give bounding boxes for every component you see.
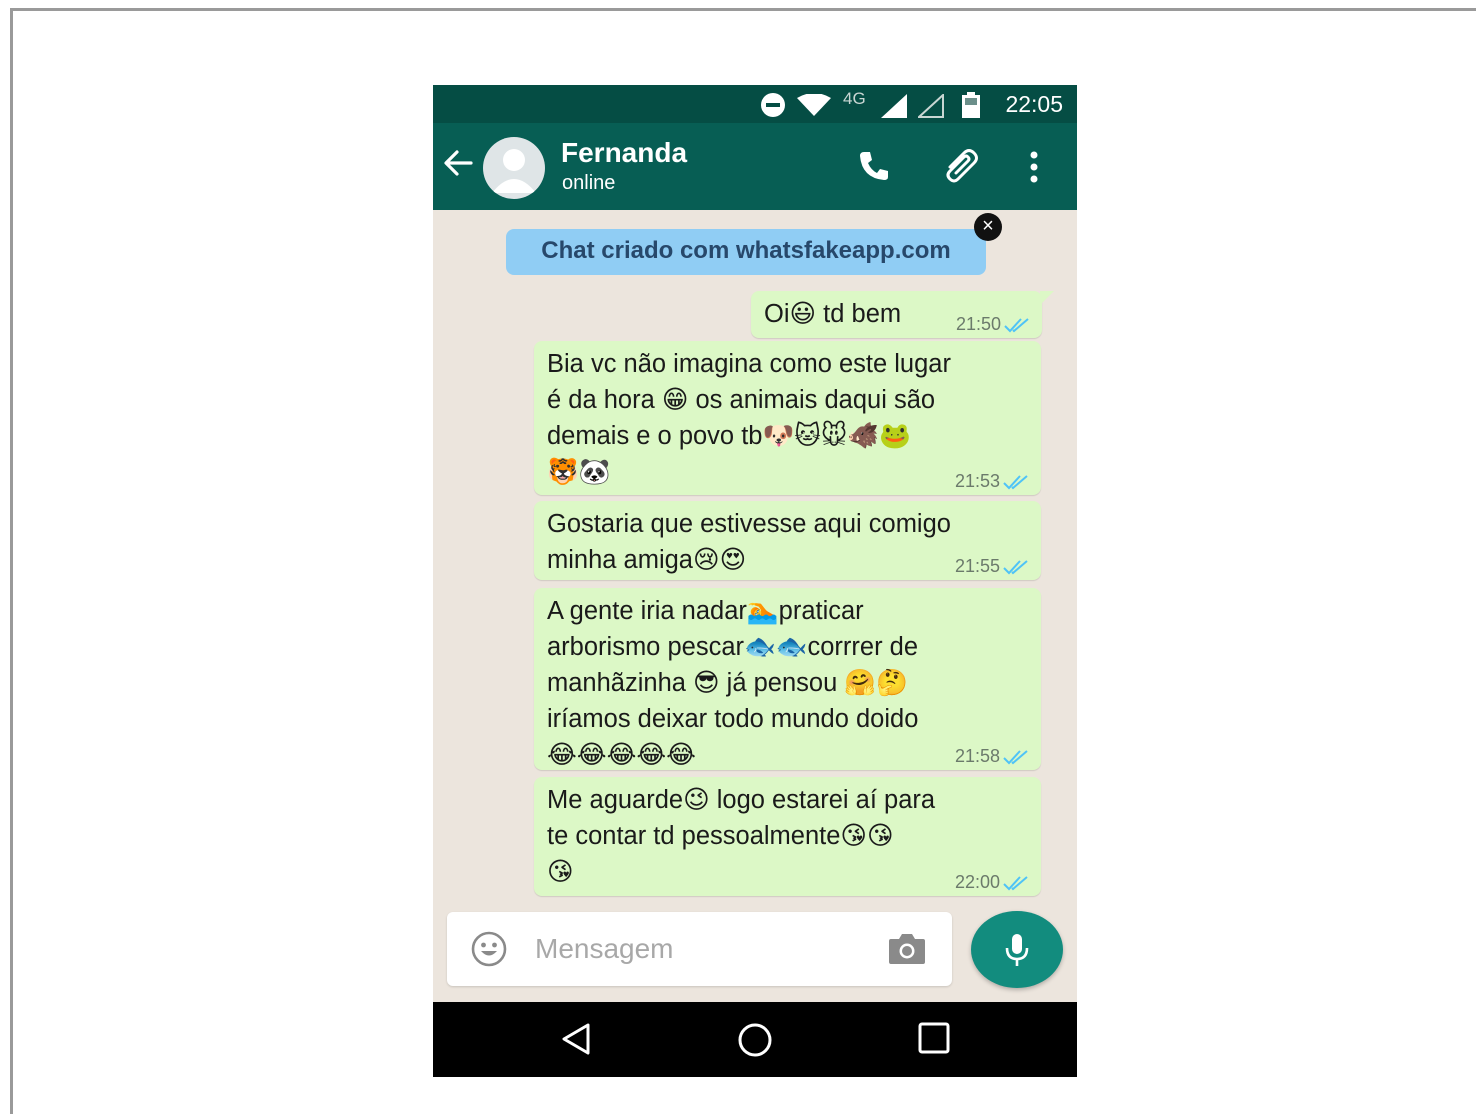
microphone-icon: [1005, 934, 1029, 966]
phone-screen: 4G 22:05 Fernanda online Chat criado com…: [433, 85, 1077, 1077]
navigation-bar: [433, 1002, 1077, 1077]
back-triangle-icon[interactable]: [561, 1022, 591, 1056]
do-not-disturb-icon: [761, 93, 785, 117]
message-bubble[interactable]: Oi😃 td bem 21:50: [751, 291, 1054, 338]
message-text: Gostaria que estivesse aqui comigo minha…: [547, 510, 951, 574]
double-check-icon: [1004, 318, 1029, 333]
signal-empty-icon: [918, 94, 944, 118]
camera-icon[interactable]: [887, 932, 927, 966]
close-icon[interactable]: ×: [974, 213, 1002, 241]
message-text: A gente iria nadar🏊praticar arborismo pe…: [547, 597, 919, 769]
battery-icon: [962, 92, 980, 118]
status-time: 22:05: [1005, 91, 1063, 117]
message-bubble[interactable]: Gostaria que estivesse aqui comigo minha…: [534, 501, 1041, 580]
double-check-icon: [1003, 750, 1028, 765]
chat-area[interactable]: Chat criado com whatsfakeapp.com × Oi😃 t…: [433, 210, 1077, 1002]
message-bubble[interactable]: A gente iria nadar🏊praticar arborismo pe…: [534, 588, 1041, 770]
avatar[interactable]: [483, 137, 545, 199]
phone-icon[interactable]: [857, 149, 891, 183]
status-bar: 4G 22:05: [433, 85, 1077, 123]
message-meta: 21:50: [956, 314, 1030, 334]
contact-name[interactable]: Fernanda: [561, 137, 687, 169]
message-time: 21:55: [954, 556, 1000, 576]
signal-icon: [881, 94, 907, 118]
message-time: 21:53: [954, 471, 1000, 491]
network-type-label: 4G: [843, 89, 866, 108]
watermark-banner[interactable]: Chat criado com whatsfakeapp.com: [506, 229, 986, 275]
wifi-icon: [797, 94, 831, 116]
contact-status: online: [562, 172, 616, 194]
message-time: 22:00: [954, 872, 1000, 892]
more-vertical-icon[interactable]: [1029, 151, 1039, 183]
double-check-icon: [1003, 475, 1028, 490]
message-text: Me aguarde😉 logo estarei aí para te cont…: [547, 786, 936, 886]
message-text: Bia vc não imagina como este lugar é da …: [547, 350, 951, 486]
message-meta: 21:55: [955, 556, 1029, 576]
message-meta: 22:00: [955, 872, 1029, 892]
message-bubble[interactable]: Me aguarde😉 logo estarei aí para te cont…: [534, 777, 1041, 896]
message-time: 21:58: [954, 746, 1000, 766]
paperclip-icon[interactable]: [942, 147, 982, 185]
bubble-tail: [1040, 291, 1054, 305]
chat-header: Fernanda online: [433, 123, 1077, 210]
double-check-icon: [1003, 560, 1028, 575]
message-input[interactable]: [533, 928, 877, 970]
emoji-icon[interactable]: [471, 931, 507, 967]
microphone-button[interactable]: [971, 911, 1063, 988]
message-meta: 21:53: [955, 471, 1029, 491]
message-time: 21:50: [955, 314, 1001, 334]
message-text: Oi😃 td bem: [764, 300, 902, 328]
double-check-icon: [1003, 876, 1028, 891]
home-circle-icon[interactable]: [737, 1022, 773, 1058]
message-meta: 21:58: [955, 746, 1029, 766]
avatar-placeholder-icon: [492, 149, 536, 193]
back-arrow-icon[interactable]: [443, 149, 473, 177]
message-composer: [447, 912, 952, 986]
message-bubble[interactable]: Bia vc não imagina como este lugar é da …: [534, 341, 1041, 495]
recents-square-icon[interactable]: [918, 1022, 950, 1054]
